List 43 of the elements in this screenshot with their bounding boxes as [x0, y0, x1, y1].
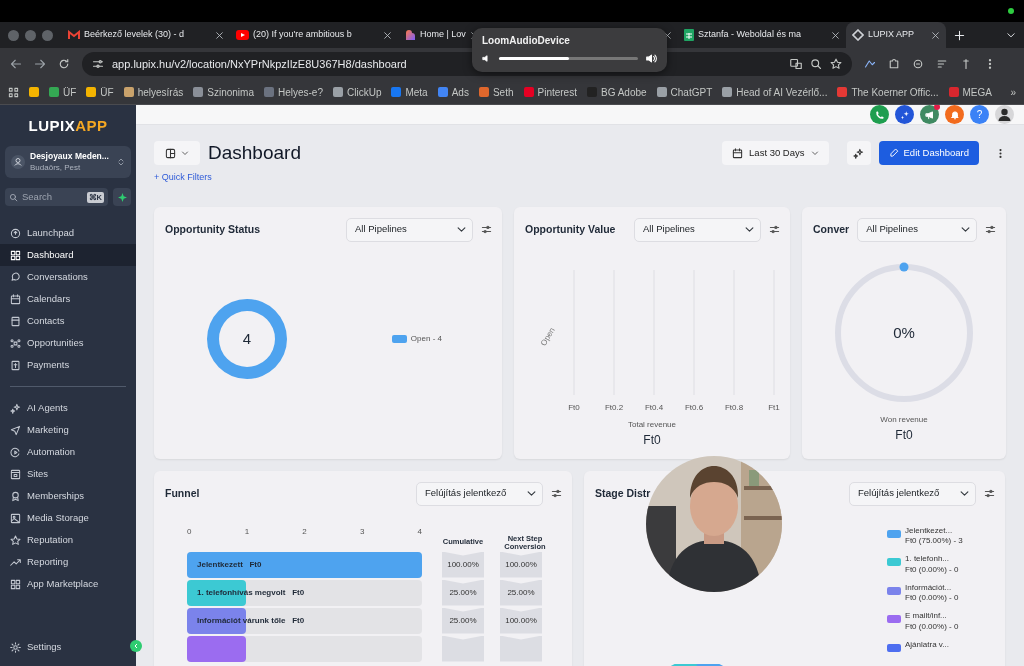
axis-tick-label: Ft0.2	[604, 402, 624, 412]
legend-value: Ft0 (75.00%) - 3	[905, 536, 963, 548]
axis-tick-label: Ft0.8	[724, 402, 744, 412]
axis-tick-label: 0	[187, 525, 192, 538]
percent-cell: 25.00%	[442, 607, 484, 634]
legend-label: Jelentkezet...	[905, 525, 954, 537]
card-title: Funnel	[165, 485, 200, 501]
stage-label: Információt várunk tőle Ft0	[197, 614, 305, 627]
legend-label: Open - 4	[410, 332, 442, 345]
axis-tick-label: Ft0	[568, 402, 580, 412]
card-title: Stage Distr	[595, 485, 651, 501]
axis-tick-label: Ft0.6	[684, 402, 704, 412]
percent-cell: 100.00%	[442, 551, 484, 578]
total-value: Ft0	[642, 431, 662, 449]
legend-label: Információt...	[905, 582, 953, 594]
legend-value: Ft0 (0.00%) - 0	[905, 622, 959, 633]
legend-value: Ft0 (0.00%) - 0	[905, 593, 959, 605]
app-logo: LUPIXAPP	[27, 116, 109, 136]
axis-tick-label: Ft0.4	[644, 402, 664, 412]
percent-cell: 100.00%	[500, 607, 542, 634]
card-title: Opportunity Value	[525, 221, 616, 237]
card-title: Conver	[813, 221, 850, 237]
axis-tick-label: 4	[417, 525, 422, 538]
axis-tick-label: 2	[302, 525, 307, 538]
legend-value: Ft0 (0.00%) - 0	[905, 564, 959, 576]
card-title: Opportunity Status	[165, 221, 261, 237]
axis-title: Total revenue	[627, 418, 677, 431]
axis-tick-label: 3	[359, 525, 365, 538]
legend-label: 1. telefonh...	[905, 554, 951, 565]
percent-cell: 100.00%	[500, 551, 542, 578]
page-title: Dashboard	[208, 141, 301, 165]
caption: Won revenue	[880, 413, 928, 426]
axis-tick-label: 1	[244, 525, 250, 538]
percent-value: 0%	[893, 322, 915, 343]
donut-center-value: 4	[242, 328, 252, 349]
axis-tick-label: Ft1	[768, 402, 780, 412]
popup-title: LoomAudioDevice	[482, 34, 570, 48]
stage-label: Jelentkezett Ft0	[197, 558, 262, 571]
percent-cell: 25.00%	[442, 579, 484, 606]
legend-label: Ajánlatra v...	[905, 639, 949, 651]
percent-cell: 25.00%	[500, 579, 542, 606]
legend-label: E mailt/inf...	[905, 611, 948, 623]
total-value: Ft0	[895, 426, 913, 444]
